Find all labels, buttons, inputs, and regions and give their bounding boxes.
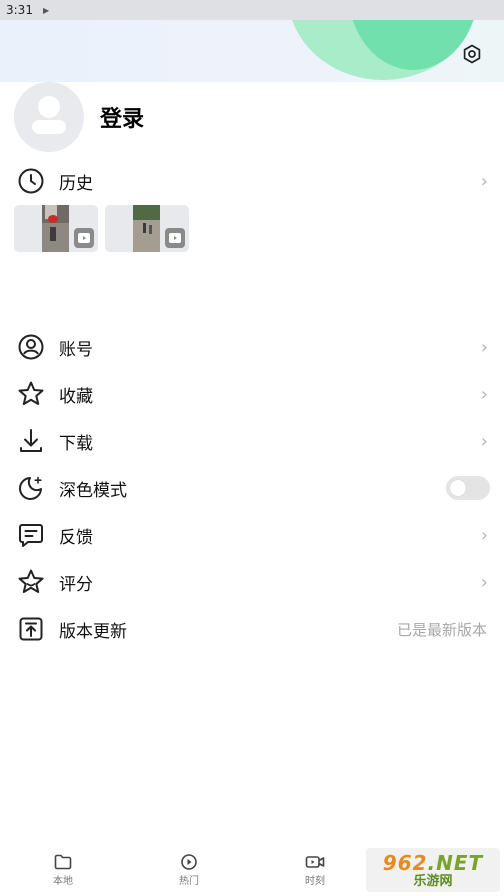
header-background xyxy=(0,20,504,82)
update-status: 已是最新版本 xyxy=(396,620,487,639)
tab-local[interactable]: 本地 xyxy=(0,848,126,896)
video-frame-image xyxy=(42,205,69,252)
update-label: 版本更新 xyxy=(59,621,127,642)
video-badge-icon xyxy=(165,228,185,248)
video-badge-icon xyxy=(74,228,94,248)
toggle-knob xyxy=(450,480,466,496)
favorites-row[interactable]: 收藏 › xyxy=(0,372,504,416)
dark-mode-row: 深色模式 xyxy=(0,466,504,510)
chevron-right-icon: › xyxy=(480,336,488,358)
tab-hot[interactable]: 热门 xyxy=(126,848,252,896)
avatar-head xyxy=(38,96,60,118)
feedback-label: 反馈 xyxy=(59,527,93,548)
chevron-right-icon: › xyxy=(480,170,488,192)
account-row[interactable]: 账号 › xyxy=(0,325,504,369)
login-label[interactable]: 登录 xyxy=(100,101,144,133)
tab-label: 热门 xyxy=(179,876,199,887)
history-row[interactable]: 历史 › xyxy=(0,159,504,203)
play-circle-icon xyxy=(181,854,197,870)
upload-box-icon xyxy=(17,615,45,643)
watermark-bottom: 乐游网 xyxy=(413,873,453,889)
profile-section[interactable]: 登录 xyxy=(14,82,144,152)
history-thumbnail-1[interactable] xyxy=(14,205,98,252)
clock-icon xyxy=(17,167,45,195)
download-label: 下载 xyxy=(59,433,93,454)
avatar-body xyxy=(32,120,66,134)
watermark-logo: 962.NET 乐游网 xyxy=(366,848,500,892)
folder-icon xyxy=(54,854,72,870)
settings-button[interactable] xyxy=(460,42,484,66)
avatar[interactable] xyxy=(14,82,84,152)
status-time: 3:31 xyxy=(6,3,33,17)
video-frame-image xyxy=(133,205,160,252)
history-thumbnail-2[interactable] xyxy=(105,205,189,252)
watermark-top: 962.NET xyxy=(383,853,483,873)
chevron-right-icon: › xyxy=(480,524,488,546)
tab-label: 本地 xyxy=(53,876,73,887)
star-rating-icon xyxy=(17,568,45,596)
moon-icon xyxy=(17,474,45,502)
feedback-row[interactable]: 反馈 › xyxy=(0,513,504,557)
watermark-suffix: .NET xyxy=(427,850,484,875)
tab-moments[interactable]: 时刻 xyxy=(252,848,378,896)
gear-icon xyxy=(463,44,481,64)
history-thumbnails xyxy=(14,205,189,252)
account-label: 账号 xyxy=(59,339,93,360)
status-bar: 3:31 ▶ xyxy=(0,0,504,20)
chevron-right-icon: › xyxy=(480,430,488,452)
rating-row[interactable]: 评分 › xyxy=(0,560,504,604)
chevron-right-icon: › xyxy=(480,383,488,405)
chevron-right-icon: › xyxy=(480,571,488,593)
dark-mode-toggle[interactable] xyxy=(446,476,490,500)
tab-label: 时刻 xyxy=(305,876,325,887)
video-icon xyxy=(305,856,325,868)
favorites-label: 收藏 xyxy=(59,386,93,407)
dark-mode-label: 深色模式 xyxy=(59,480,127,501)
update-row[interactable]: 版本更新 已是最新版本 xyxy=(0,607,504,651)
history-label: 历史 xyxy=(59,173,93,194)
rating-label: 评分 xyxy=(59,574,93,595)
download-row[interactable]: 下载 › xyxy=(0,419,504,463)
download-icon xyxy=(17,427,45,455)
star-icon xyxy=(17,380,45,408)
message-square-icon xyxy=(17,521,45,549)
user-circle-icon xyxy=(17,333,45,361)
watermark-number: 962 xyxy=(382,850,428,875)
media-playing-icon: ▶ xyxy=(42,5,50,15)
